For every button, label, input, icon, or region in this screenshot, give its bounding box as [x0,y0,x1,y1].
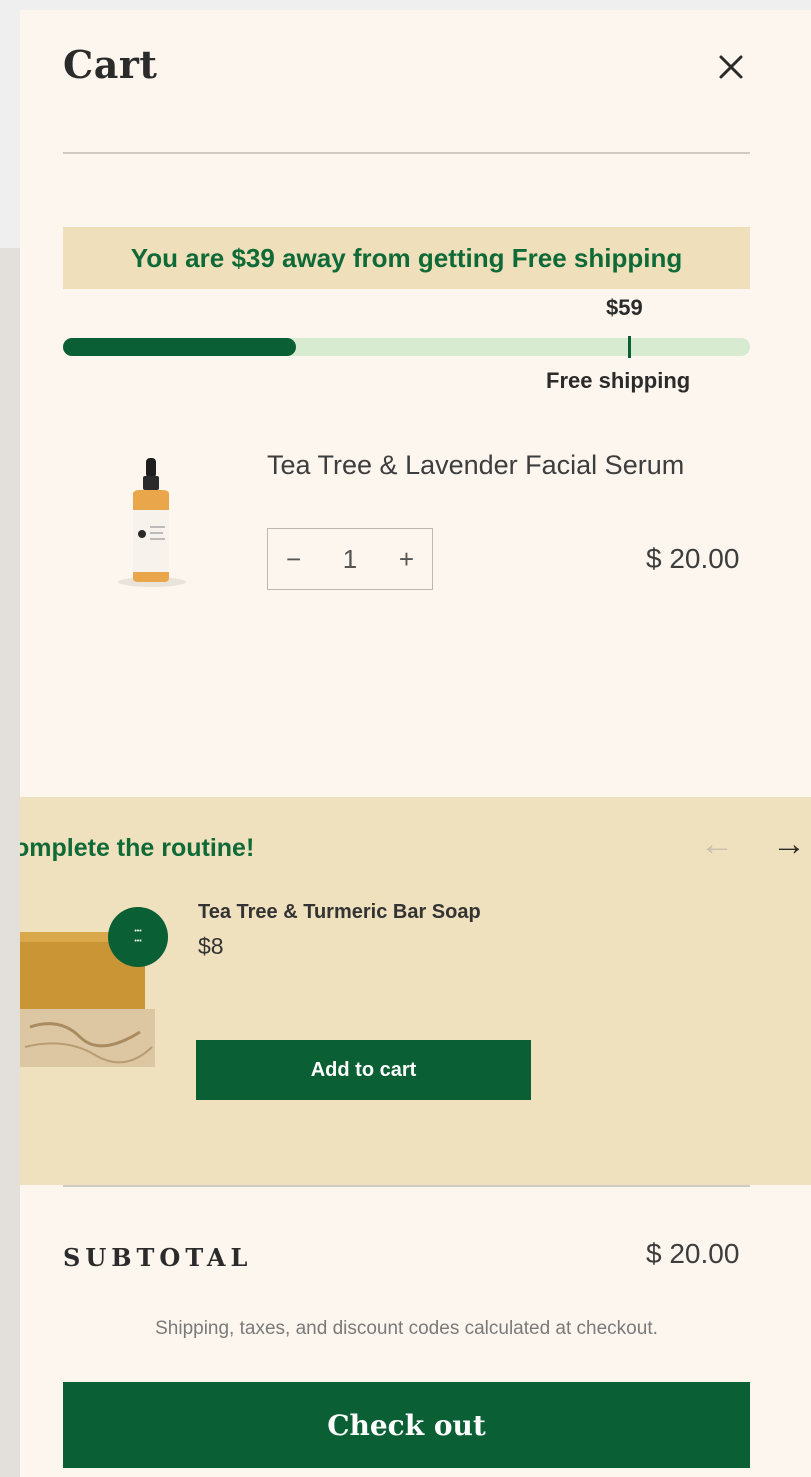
add-to-cart-button[interactable]: Add to cart [196,1040,531,1100]
subtotal-value: $ 20.00 [646,1238,740,1269]
free-shipping-goal-amount: $59 [606,295,643,320]
carousel-prev-arrow-icon[interactable]: ← [700,825,734,864]
upsell-product-price: $8 [198,933,224,959]
cart-drawer: Cart You are $39 away from getting Free … [20,10,811,1477]
line-item-name[interactable]: Tea Tree & Lavender Facial Serum [267,450,684,481]
goal-marker [628,336,631,358]
upsell-product-name[interactable]: Tea Tree & Turmeric Bar Soap [198,901,481,924]
checkout-button[interactable]: Check out [63,1382,750,1468]
svg-text:•••: ••• [134,938,142,945]
quantity-stepper: − 1 + [267,528,433,590]
carousel-next-arrow-icon[interactable]: → [772,825,806,864]
upsell-section: omplete the routine! ← → ••• ••• Tea Tre… [20,797,811,1185]
free-shipping-banner: You are $39 away from getting Free shipp… [63,227,750,289]
close-icon[interactable] [714,50,748,84]
quantity-value[interactable]: 1 [343,544,357,575]
checkout-note: Shipping, taxes, and discount codes calc… [155,1318,658,1339]
increase-quantity-button[interactable]: + [399,544,414,575]
upsell-title: omplete the routine! [20,834,255,862]
soap-bar-image[interactable]: ••• ••• [20,897,170,1087]
serum-bottle-image[interactable] [100,450,200,590]
free-shipping-goal-label: Free shipping [546,368,691,393]
svg-text:•••: ••• [134,928,142,935]
subtotal-label: SUBTOTAL [63,1243,253,1272]
summary-divider [63,1185,750,1187]
shipping-progress-fill [63,338,296,356]
header-divider [63,152,750,154]
line-item-price: $ 20.00 [646,543,740,574]
decrease-quantity-button[interactable]: − [286,544,301,575]
free-shipping-message: You are $39 away from getting Free shipp… [130,242,683,273]
cart-title: Cart [63,42,158,87]
shipping-progress-bar [63,338,750,356]
